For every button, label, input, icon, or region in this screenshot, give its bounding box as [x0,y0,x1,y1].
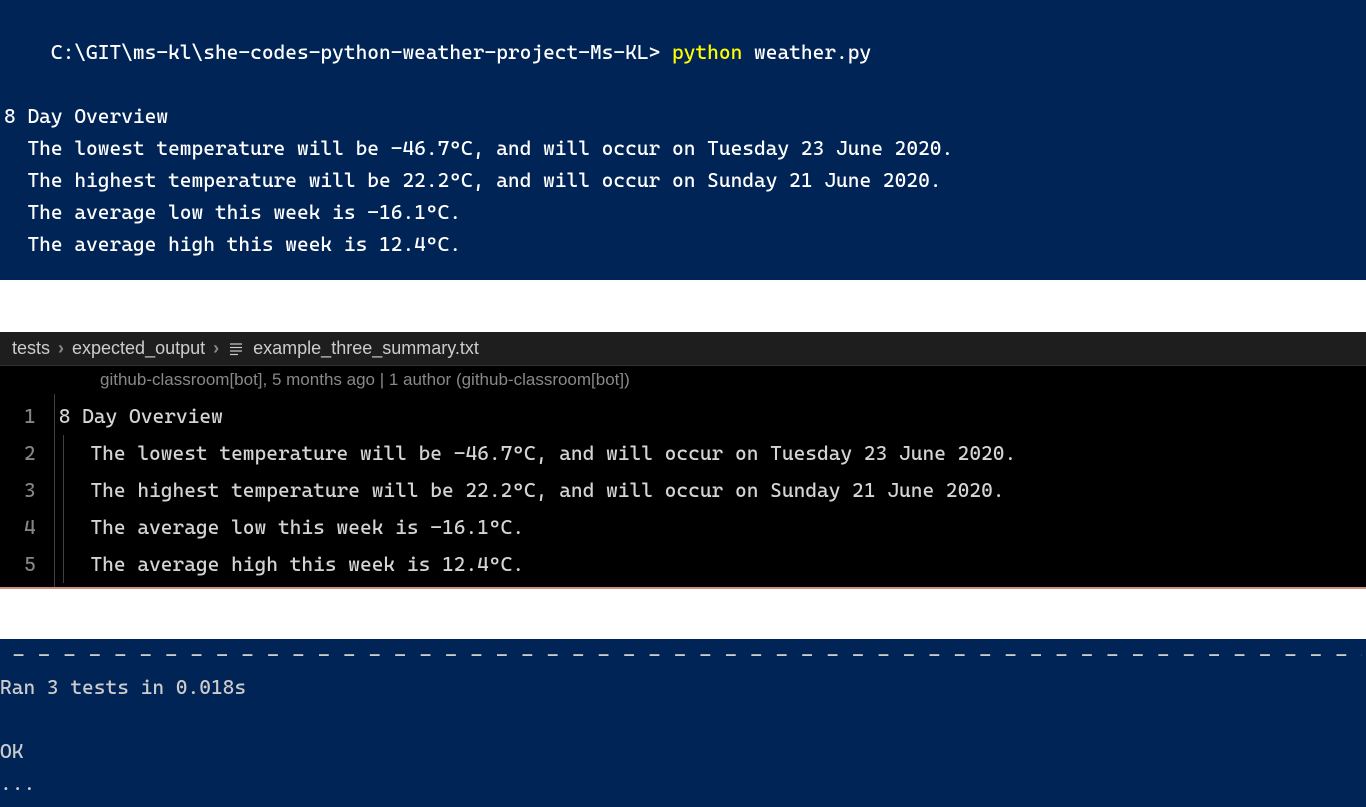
terminal-output-line: 8 Day Overview [4,100,1362,132]
powershell-terminal-output[interactable]: C:\GIT\ms-kl\she-codes-python-weather-pr… [0,0,1366,280]
line-number: 4 [24,509,36,546]
code-line: 8 Day Overview [59,398,1366,435]
code-content[interactable]: 8 Day Overview The lowest temperature wi… [54,394,1366,587]
prompt-command: python [672,40,742,64]
git-blame-info: github-classroom[bot], 5 months ago | 1 … [0,366,1366,394]
code-line: The average high this week is 12.4°C. [59,546,1366,583]
breadcrumb-filename[interactable]: example_three_summary.txt [253,338,479,359]
prompt-arg: weather.py [754,40,871,64]
chevron-right-icon: › [58,338,64,359]
test-runner-terminal[interactable]: - - - - - - - - - - - - - - - - - - - - … [0,639,1366,807]
line-number: 5 [24,546,36,583]
code-line: The highest temperature will be 22.2°C, … [59,472,1366,509]
blank-line [0,703,1362,735]
spacer [0,280,1366,332]
terminal-output-line: The highest temperature will be 22.2°C, … [4,164,1362,196]
breadcrumb-part[interactable]: tests [12,338,50,359]
test-summary-line: Ran 3 tests in 0.018s [0,671,1362,703]
code-line: The average low this week is -16.1°C. [59,509,1366,546]
spacer [0,589,1366,639]
terminal-output-line: The lowest temperature will be -46.7°C, … [4,132,1362,164]
separator-line: - - - - - - - - - - - - - - - - - - - - … [0,639,1362,671]
breadcrumb-part[interactable]: expected_output [72,338,205,359]
terminal-output-line: The average low this week is -16.1°C. [4,196,1362,228]
line-number: 1 [24,398,36,435]
terminal-output-line: The average high this week is 12.4°C. [4,228,1362,260]
prompt-path: C:\GIT\ms-kl\she-codes-python-weather-pr… [51,40,660,64]
line-number: 2 [24,435,36,472]
line-number: 3 [24,472,36,509]
terminal-prompt-line: C:\GIT\ms-kl\she-codes-python-weather-pr… [4,4,1362,100]
test-dots-line: ... [0,767,1362,799]
text-file-icon [227,340,245,358]
test-status-line: OK [0,735,1362,767]
breadcrumb[interactable]: tests › expected_output › example_three_… [0,332,1366,366]
vscode-editor: tests › expected_output › example_three_… [0,332,1366,589]
chevron-right-icon: › [213,338,219,359]
line-number-gutter: 1 2 3 4 5 [0,394,54,587]
code-line: The lowest temperature will be -46.7°C, … [59,435,1366,472]
code-area[interactable]: 1 2 3 4 5 8 Day Overview The lowest temp… [0,394,1366,587]
